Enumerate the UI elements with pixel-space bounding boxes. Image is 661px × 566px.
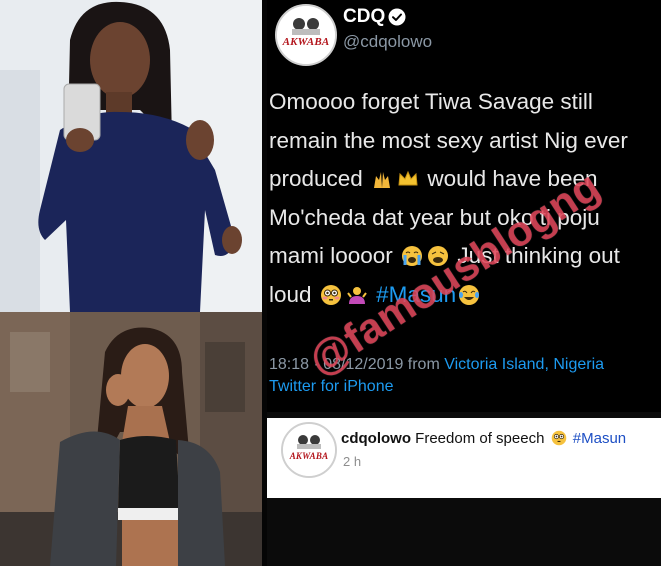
avatar-logo-text: AKWABA	[282, 36, 330, 48]
crying-face-emoji-icon	[402, 246, 423, 266]
photo-woman-selfie	[0, 0, 262, 312]
crown-emoji-icon	[398, 170, 418, 186]
comment-timestamp: 2 h	[343, 454, 362, 469]
comment-username[interactable]: cdqolowo	[341, 430, 411, 447]
tweet-line: Omoooo forget Tiwa Savage still	[269, 89, 593, 114]
verified-badge-icon	[388, 8, 406, 26]
comment-body: cdqolowo Freedom of speech #Masun	[341, 430, 626, 447]
comment-card: AKWABA cdqolowo Freedom of speech #Masun…	[267, 412, 661, 504]
photo-tiwa-savage	[0, 312, 262, 566]
avatar-logo-icon	[277, 6, 335, 64]
tweet-line-text: mami loooor	[269, 243, 393, 268]
tweet-handle[interactable]: @cdqolowo	[343, 32, 432, 52]
street-illustration	[0, 312, 262, 566]
avatar-logo-text: AKWABA	[289, 451, 329, 461]
tweet-location-link[interactable]: Victoria Island, Nigeria	[444, 356, 604, 373]
comment-avatar[interactable]: AKWABA	[281, 422, 337, 478]
comment-text: Freedom of speech	[415, 430, 545, 447]
avatar-logo-icon	[283, 424, 335, 476]
tweet-line-text: produced	[269, 166, 363, 191]
tweet-avatar[interactable]: AKWABA	[275, 4, 337, 66]
flushed-face-emoji-icon	[320, 284, 341, 305]
tweet-line: remain the most sexy artist Nig ever	[269, 127, 628, 153]
tweet-line-text: loud	[269, 281, 312, 307]
tweet-display-name[interactable]: CDQ	[343, 6, 385, 28]
raising-hands-emoji-icon	[374, 172, 391, 188]
flushed-face-emoji-icon	[551, 430, 566, 446]
selfie-illustration	[0, 0, 262, 312]
comment-hashtag-link[interactable]: #Masun	[573, 430, 626, 447]
bottom-filler	[267, 498, 661, 566]
